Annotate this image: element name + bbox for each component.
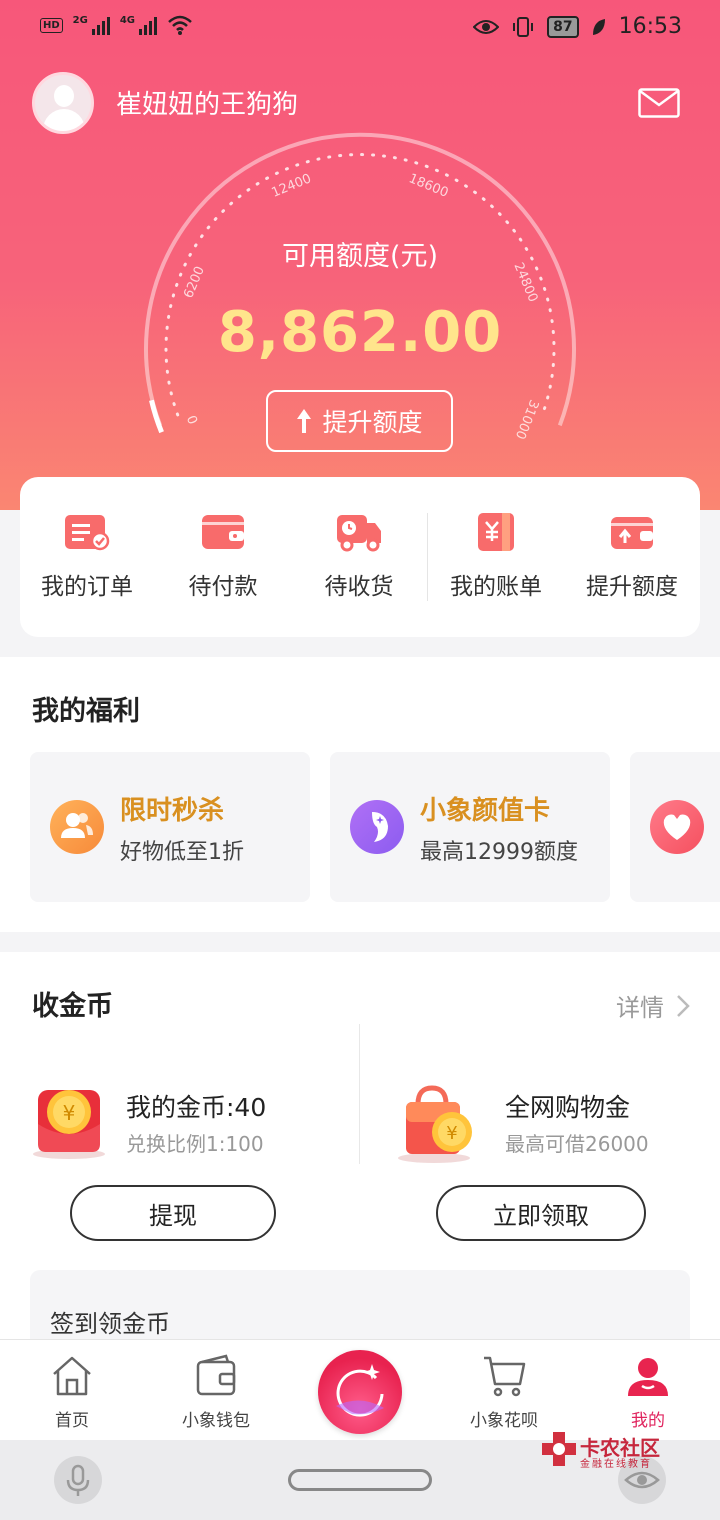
order-icon <box>65 515 110 551</box>
heart-icon <box>650 800 704 854</box>
chevron-right-icon <box>677 994 690 1017</box>
center-logo-button[interactable] <box>318 1350 402 1434</box>
delivery-truck-icon <box>337 515 381 552</box>
watermark-cross-icon <box>542 1432 576 1466</box>
quick-item-pending-delivery[interactable]: 待收货 <box>294 511 424 601</box>
tab-mine[interactable]: 我的 <box>588 1352 708 1431</box>
raise-limit-button-label: 提升额度 <box>322 408 423 437</box>
welfare-card-title: 限时秒杀 <box>120 796 225 826</box>
quick-actions-card: 我的订单 待付款 待收货 我的账单 提升额度 <box>20 477 700 637</box>
welfare-section: 我的福利 限时秒杀 好物低至1折 小象颜值卡 最高12999额度 <box>0 657 720 932</box>
coins-detail-link[interactable]: 详情 <box>616 988 690 1023</box>
tab-label: 我的 <box>631 1411 665 1431</box>
claim-now-button[interactable]: 立即领取 <box>436 1185 646 1241</box>
signin-title: 签到领金币 <box>50 1310 170 1338</box>
shopping-credit-subtitle: 最高可借26000 <box>505 1132 649 1156</box>
microphone-icon <box>66 1464 90 1496</box>
quick-item-raise-limit[interactable]: 提升额度 <box>567 511 697 601</box>
face-icon <box>350 800 404 854</box>
coins-section: 收金币 详情 ¥ 我的金币:40 兑换比例1:100 提现 ¥ 全网购物金 最高… <box>0 952 720 1370</box>
quick-item-label: 我的订单 <box>41 574 133 600</box>
welfare-title: 我的福利 <box>32 696 140 727</box>
divider <box>359 1024 360 1164</box>
microphone-button[interactable] <box>54 1456 102 1504</box>
my-coins-subtitle: 兑换比例1:100 <box>126 1132 264 1156</box>
tab-wallet[interactable]: 小象钱包 <box>156 1352 276 1431</box>
tab-label: 首页 <box>55 1411 89 1431</box>
quick-item-bill[interactable]: 我的账单 <box>431 511 561 601</box>
quick-item-pending-payment[interactable]: 待付款 <box>158 511 288 601</box>
coins-title: 收金币 <box>32 991 113 1022</box>
quick-item-label: 我的账单 <box>450 574 542 600</box>
welfare-card-flash-sale[interactable]: 限时秒杀 好物低至1折 <box>30 752 310 902</box>
home-icon <box>53 1356 91 1396</box>
raise-limit-icon <box>611 517 653 549</box>
gauge-tick-label: 31000 <box>512 397 541 441</box>
red-envelope-icon: ¥ <box>33 1090 105 1159</box>
tab-label: 小象花呗 <box>470 1411 538 1431</box>
raise-limit-button[interactable]: 提升额度 <box>266 390 453 452</box>
users-icon <box>50 800 104 854</box>
bottom-tab-bar: 首页 小象钱包 小象花呗 我的 <box>0 1339 720 1440</box>
coins-detail-label: 详情 <box>616 994 664 1022</box>
tab-home[interactable]: 首页 <box>12 1352 132 1431</box>
quick-item-label: 待收货 <box>324 574 394 600</box>
center-logo-icon <box>336 1364 384 1417</box>
quick-item-orders[interactable]: 我的订单 <box>22 511 152 601</box>
shopping-bag-icon: ¥ <box>398 1085 472 1163</box>
gauge-tick-label: 18600 <box>406 171 450 201</box>
shopping-credit-title: 全网购物金 <box>505 1093 631 1122</box>
bill-icon <box>478 513 514 551</box>
welfare-card-title: 小象颜值卡 <box>420 796 551 826</box>
credit-label: 可用额度(元) <box>281 241 439 272</box>
welfare-card-subtitle: 最高12999额度 <box>420 840 578 865</box>
welfare-card-beauty[interactable]: 小象颜值卡 最高12999额度 <box>330 752 610 902</box>
cart-icon <box>484 1356 526 1397</box>
tab-xiaoxiang-huabei[interactable]: 小象花呗 <box>444 1352 564 1431</box>
wallet-icon <box>196 1354 236 1396</box>
arrow-up-icon <box>297 409 312 433</box>
welfare-card-partial[interactable] <box>630 752 720 902</box>
welfare-card-subtitle: 好物低至1折 <box>120 840 244 865</box>
profile-icon <box>628 1358 668 1396</box>
home-gesture-bar[interactable] <box>288 1469 432 1491</box>
my-coins-title: 我的金币:40 <box>126 1093 267 1122</box>
svg-text:¥: ¥ <box>63 1101 76 1125</box>
gauge-tick-label: 12400 <box>270 171 314 201</box>
gauge-tick-label: 0 <box>185 413 202 426</box>
wallet-icon <box>202 515 244 549</box>
quick-item-label: 提升额度 <box>586 574 678 600</box>
watermark-subtitle: 金融在线教育 <box>580 1459 652 1470</box>
quick-item-label: 待付款 <box>188 574 258 600</box>
credit-amount: 8,862.00 <box>217 300 503 365</box>
divider <box>427 513 428 601</box>
tab-label: 小象钱包 <box>182 1411 250 1431</box>
watermark-logo: 卡农社区 金融在线教育 <box>540 1430 720 1470</box>
svg-text:¥: ¥ <box>446 1123 457 1144</box>
withdraw-button[interactable]: 提现 <box>70 1185 276 1241</box>
gauge-progress-arc <box>149 399 164 434</box>
